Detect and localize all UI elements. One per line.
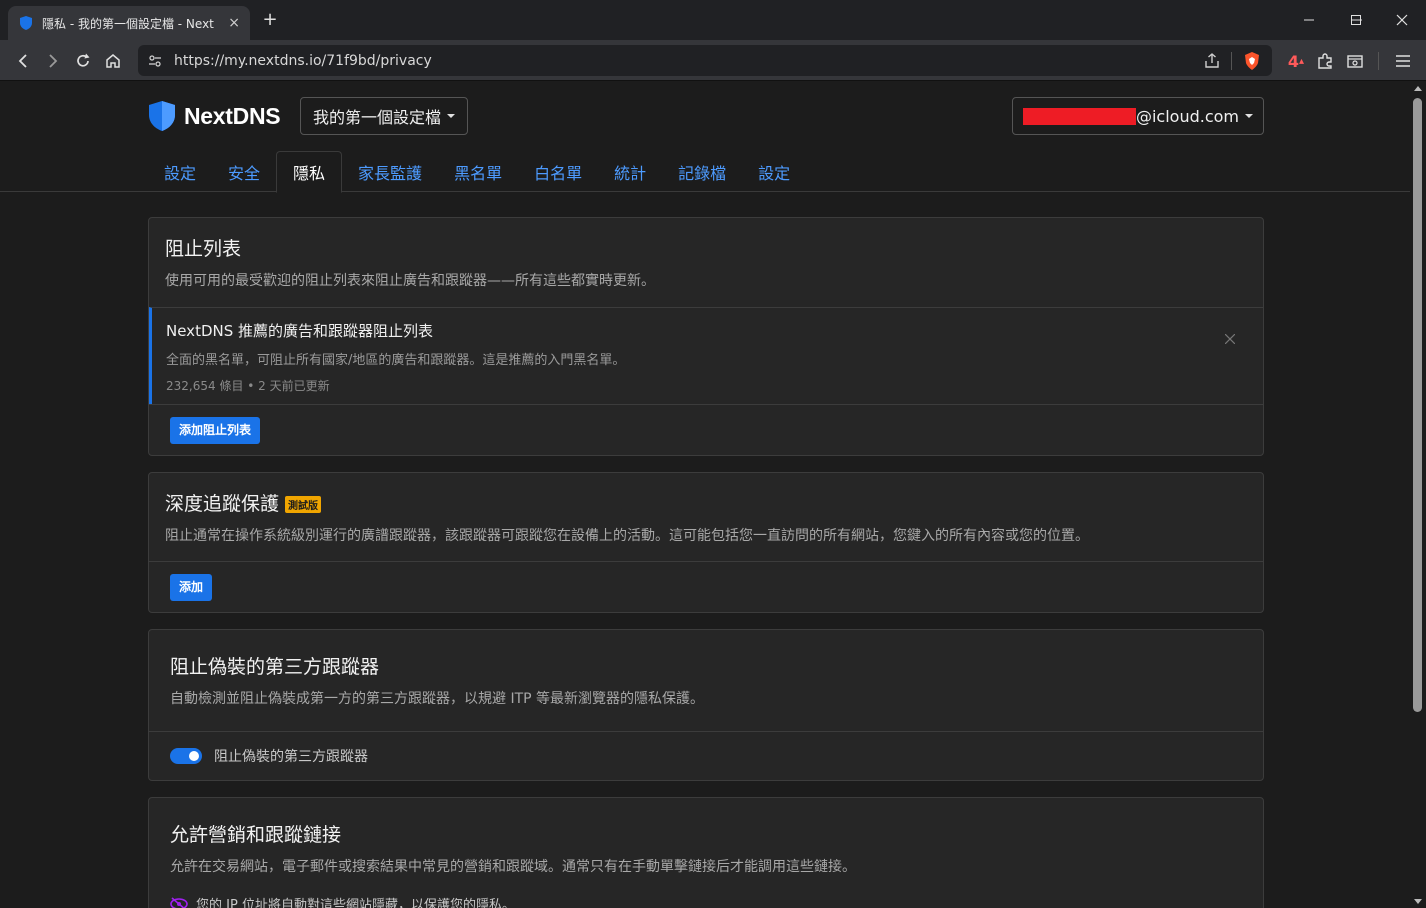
disguised-trackers-header: 阻止偽裝的第三方跟蹤器 自動檢測並阻止偽裝成第一方的第三方跟蹤器，以規避 ITP… (149, 630, 1263, 731)
blocklists-footer: 添加阻止列表 (149, 404, 1263, 456)
affiliate-links-header: 允許營銷和跟蹤鏈接 允許在交易網站，電子郵件或搜索結果中常見的營銷和跟蹤域。通常… (149, 798, 1263, 908)
tab-analytics[interactable]: 統計 (598, 151, 662, 193)
app-header: NextDNS 我的第一個設定檔 @icloud.com 設定 安全 隱私 家長… (0, 82, 1410, 193)
tab-settings[interactable]: 設定 (742, 151, 806, 193)
redacted-email-block (1023, 107, 1136, 125)
native-tracking-footer: 添加 (149, 561, 1263, 613)
affiliate-links-card: 允許營銷和跟蹤鏈接 允許在交易網站，電子郵件或搜索結果中常見的營銷和跟蹤域。通常… (148, 797, 1264, 908)
profile-name: 我的第一個設定檔 (313, 108, 442, 127)
remove-blocklist-icon[interactable] (1225, 334, 1235, 344)
nextdns-logo[interactable]: NextDNS (148, 100, 281, 132)
maximize-icon (1351, 15, 1361, 25)
blocklist-item-description: 全面的黑名單，可阻止所有國家/地區的廣告和跟蹤器。這是推薦的入門黑名單。 (166, 353, 626, 368)
forward-button[interactable] (40, 48, 66, 74)
nextdns-shield-icon (20, 16, 32, 30)
browser-tab[interactable]: 隱私 - 我的第一個設定檔 - NextDNS × (8, 6, 250, 40)
browser-titlebar: 隱私 - 我的第一個設定檔 - NextDNS × + (0, 0, 1426, 40)
site-settings-icon[interactable] (148, 54, 162, 68)
rewards-badge[interactable]: 4 ▴ (1281, 48, 1311, 74)
disguised-trackers-description: 自動檢測並阻止偽裝成第一方的第三方跟蹤器，以規避 ITP 等最新瀏覽器的隱私保護… (170, 691, 705, 707)
tab-setup[interactable]: 設定 (148, 151, 212, 193)
forward-arrow-icon (49, 54, 58, 68)
new-tab-button[interactable]: + (258, 8, 282, 32)
add-blocklist-button[interactable]: 添加阻止列表 (170, 417, 261, 444)
rewards-count: 4 (1287, 51, 1300, 71)
home-button[interactable] (100, 48, 126, 74)
blocklist-item: NextDNS 推薦的廣告和跟蹤器阻止列表 全面的黑名單，可阻止所有國家/地區的… (149, 307, 1263, 404)
account-email-suffix: @icloud.com (1135, 106, 1239, 126)
scroll-down-icon[interactable] (1414, 899, 1422, 904)
close-icon (1396, 14, 1408, 26)
tab-close-icon[interactable]: × (228, 15, 240, 31)
add-native-tracking-button[interactable]: 添加 (170, 574, 213, 601)
tab-security[interactable]: 安全 (212, 151, 276, 193)
native-tracking-header: 深度追蹤保護 測試版 阻止通常在操作系統級別運行的廣譜跟蹤器，該跟蹤器可跟蹤您在設… (149, 473, 1263, 561)
minimize-btn[interactable] (1286, 0, 1332, 40)
disguised-trackers-toggle-label: 阻止偽裝的第三方跟蹤器 (214, 749, 368, 765)
disguised-trackers-title: 阻止偽裝的第三方跟蹤器 (170, 656, 380, 678)
disguised-trackers-toggle[interactable] (170, 748, 202, 764)
blocklist-item-meta: 232,654 條目 • 2 天前已更新 (166, 379, 330, 393)
affiliate-links-description: 允許在交易網站，電子郵件或搜索結果中常見的營銷和跟蹤域。通常只有在手動單擊鏈接后… (170, 859, 856, 875)
scroll-up-icon[interactable] (1414, 86, 1422, 91)
brave-shields-icon[interactable] (1242, 51, 1262, 71)
chevron-down-icon (1245, 114, 1253, 118)
share-icon[interactable] (1203, 52, 1221, 70)
tab-title: 隱私 - 我的第一個設定檔 - NextDNS (42, 16, 214, 31)
affiliate-links-note-text: 您的 IP 位址將自動對這些網站隱藏，以保護您的隱私。 (196, 898, 515, 908)
eye-slash-icon (170, 896, 188, 908)
disguised-trackers-card: 阻止偽裝的第三方跟蹤器 自動檢測並阻止偽裝成第一方的第三方跟蹤器，以規避 ITP… (148, 629, 1264, 781)
page-content: NextDNS 我的第一個設定檔 @icloud.com 設定 安全 隱私 家長… (0, 82, 1410, 908)
address-bar[interactable]: https://my.nextdns.io/71f9bd/privacy (138, 45, 1272, 76)
page-scrollbar[interactable] (1410, 82, 1426, 908)
rewards-triangle-icon: ▴ (1299, 55, 1305, 67)
native-tracking-card: 深度追蹤保護 測試版 阻止通常在操作系統級別運行的廣譜跟蹤器，該跟蹤器可跟蹤您在設… (148, 472, 1264, 613)
blocklists-header: 阻止列表 使用可用的最受歡迎的阻止列表來阻止廣告和跟蹤器——所有這些都實時更新。 (149, 218, 1263, 307)
account-dropdown[interactable]: @icloud.com (1012, 97, 1264, 135)
close-window-button[interactable] (1379, 0, 1425, 40)
puzzle-icon (1318, 53, 1332, 69)
minimize-line-icon (1304, 19, 1314, 21)
toolbar-divider (1378, 52, 1379, 70)
brand-name: NextDNS (184, 102, 281, 129)
tab-privacy[interactable]: 隱私 (276, 151, 343, 193)
home-icon (106, 54, 120, 68)
reload-button[interactable] (70, 48, 96, 74)
hamburger-menu-icon (1396, 55, 1410, 67)
blocklists-card: 阻止列表 使用可用的最受歡迎的阻止列表來阻止廣告和跟蹤器——所有這些都實時更新。… (148, 217, 1264, 456)
reload-icon (77, 53, 90, 67)
blocklist-item-name: NextDNS 推薦的廣告和跟蹤器阻止列表 (166, 322, 434, 340)
extensions-button[interactable] (1312, 48, 1338, 74)
profile-dropdown[interactable]: 我的第一個設定檔 (300, 97, 469, 135)
omnibox-divider (1231, 52, 1232, 70)
browser-toolbar: https://my.nextdns.io/71f9bd/privacy 4 ▴ (0, 40, 1426, 81)
tab-parental-control[interactable]: 家長監護 (342, 151, 438, 193)
wallet-icon (1347, 55, 1363, 68)
wallet-button[interactable] (1342, 48, 1368, 74)
back-arrow-icon (18, 54, 27, 68)
affiliate-links-title: 允許營銷和跟蹤鏈接 (170, 824, 342, 846)
omnibox-actions (1203, 51, 1262, 71)
menu-button[interactable] (1390, 48, 1416, 74)
scrollbar-thumb[interactable] (1413, 98, 1422, 712)
native-tracking-description: 阻止通常在操作系統級別運行的廣譜跟蹤器，該跟蹤器可跟蹤您在設備上的活動。這可能包… (165, 528, 1089, 544)
blocklists-title: 阻止列表 (165, 238, 242, 260)
chevron-down-icon (447, 114, 456, 118)
tab-denylist[interactable]: 黑名單 (438, 151, 518, 193)
blocklists-description: 使用可用的最受歡迎的阻止列表來阻止廣告和跟蹤器——所有這些都實時更新。 (165, 273, 655, 289)
nextdns-shield-logo-icon (149, 101, 175, 131)
beta-badge: 測試版 (285, 496, 322, 513)
native-tracking-title-text: 深度追蹤保護 (165, 493, 280, 515)
back-button[interactable] (10, 48, 36, 74)
main-nav: 設定 安全 隱私 家長監護 黑名單 白名單 統計 記錄檔 設定 (148, 151, 806, 193)
affiliate-links-note: 您的 IP 位址將自動對這些網站隱藏，以保護您的隱私。 (170, 894, 1242, 908)
tab-allowlist[interactable]: 白名單 (518, 151, 598, 193)
disguised-trackers-footer: 阻止偽裝的第三方跟蹤器 (149, 731, 1263, 780)
maximize-button[interactable] (1333, 0, 1379, 40)
native-tracking-title: 深度追蹤保護 測試版 (165, 489, 1247, 516)
tab-logs[interactable]: 記錄檔 (662, 151, 742, 193)
url-text[interactable]: https://my.nextdns.io/71f9bd/privacy (174, 53, 432, 69)
